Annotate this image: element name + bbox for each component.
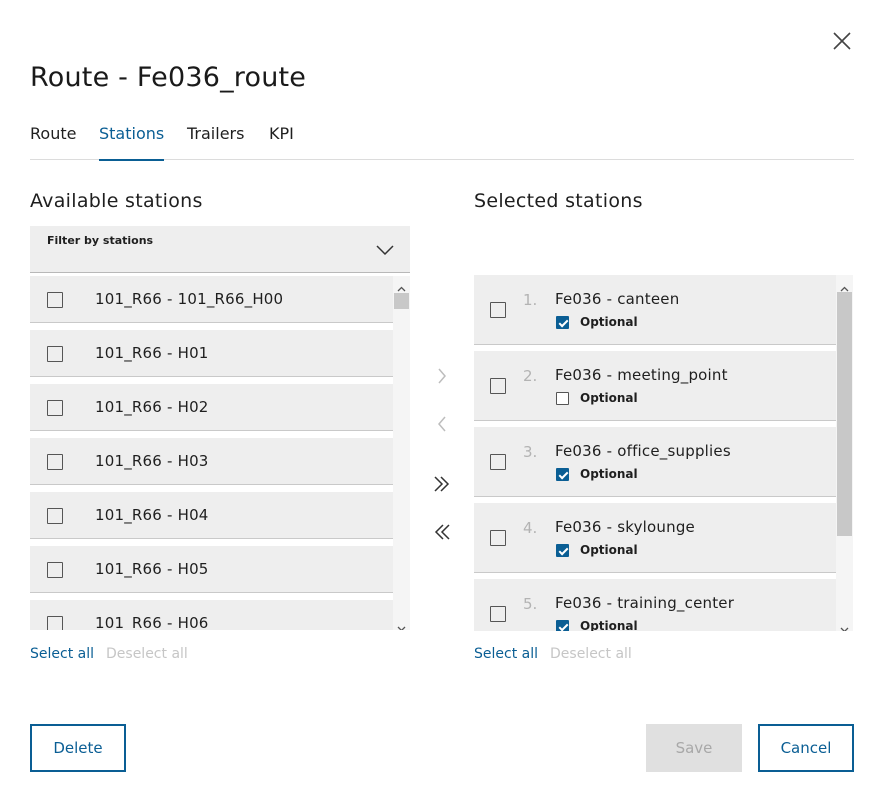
optional-label: Optional xyxy=(580,467,638,481)
station-label: Fe036 - office_supplies xyxy=(555,442,731,460)
station-label: 101_R66 - H05 xyxy=(95,560,209,578)
available-select-all-link[interactable]: Select all xyxy=(30,646,94,662)
station-label: 101_R66 - H01 xyxy=(95,344,209,362)
row-checkbox[interactable] xyxy=(47,508,63,524)
selected-stations-list: 1. Fe036 - canteen Optional 2. Fe036 - m… xyxy=(474,275,854,631)
station-label: 101_R66 - H04 xyxy=(95,506,209,524)
row-checkbox[interactable] xyxy=(490,378,506,394)
optional-checkbox[interactable] xyxy=(556,392,569,405)
list-item[interactable]: 101_R66 - 101_R66_H00 xyxy=(30,276,393,323)
station-order: 5. xyxy=(523,595,538,613)
row-checkbox[interactable] xyxy=(47,400,63,416)
station-label: 101_R66 - H06 xyxy=(95,614,209,630)
scroll-down-icon[interactable] xyxy=(397,618,406,630)
optional-checkbox[interactable] xyxy=(556,316,569,329)
row-checkbox[interactable] xyxy=(490,302,506,318)
move-all-left-icon[interactable] xyxy=(432,522,452,542)
scroll-up-icon[interactable] xyxy=(397,279,406,292)
optional-label: Optional xyxy=(580,315,638,329)
list-item[interactable]: 101_R66 - H06 xyxy=(30,600,393,630)
row-checkbox[interactable] xyxy=(47,454,63,470)
available-list-scrollbar[interactable] xyxy=(393,276,410,630)
station-order: 4. xyxy=(523,519,538,537)
list-item[interactable]: 5. Fe036 - training_center Optional xyxy=(474,579,836,631)
optional-label: Optional xyxy=(580,391,638,405)
station-label: Fe036 - training_center xyxy=(555,594,735,612)
selected-stations-title: Selected stations xyxy=(474,190,643,212)
station-order: 3. xyxy=(523,443,538,461)
available-deselect-all-link: Deselect all xyxy=(106,646,188,662)
row-checkbox[interactable] xyxy=(490,454,506,470)
available-stations-title: Available stations xyxy=(30,190,203,212)
list-item[interactable]: 4. Fe036 - skylounge Optional xyxy=(474,503,836,573)
cancel-button[interactable]: Cancel xyxy=(758,724,854,772)
row-checkbox[interactable] xyxy=(47,292,63,308)
station-label: Fe036 - skylounge xyxy=(555,518,695,536)
list-item[interactable]: 3. Fe036 - office_supplies Optional xyxy=(474,427,836,497)
tab-stations[interactable]: Stations xyxy=(99,124,165,161)
list-item[interactable]: 2. Fe036 - meeting_point Optional xyxy=(474,351,836,421)
tab-trailers[interactable]: Trailers xyxy=(187,124,244,160)
move-left-icon[interactable] xyxy=(432,414,452,434)
list-item[interactable]: 101_R66 - H01 xyxy=(30,330,393,377)
list-item[interactable]: 101_R66 - H02 xyxy=(30,384,393,431)
row-checkbox[interactable] xyxy=(47,346,63,362)
scroll-up-icon[interactable] xyxy=(840,279,849,292)
selected-list-scrollbar[interactable] xyxy=(836,275,853,631)
move-all-right-icon[interactable] xyxy=(432,474,452,494)
available-stations-list: 101_R66 - 101_R66_H00 101_R66 - H01 101_… xyxy=(30,276,410,630)
selected-deselect-all-link: Deselect all xyxy=(550,646,632,662)
optional-checkbox[interactable] xyxy=(556,620,569,631)
move-right-icon[interactable] xyxy=(432,366,452,386)
tab-bar: Route Stations Trailers KPI xyxy=(30,124,854,161)
scroll-thumb[interactable] xyxy=(837,292,852,536)
list-item[interactable]: 101_R66 - H05 xyxy=(30,546,393,593)
filter-label: Filter by stations xyxy=(47,234,154,247)
station-label: 101_R66 - H03 xyxy=(95,452,209,470)
station-label: 101_R66 - 101_R66_H00 xyxy=(95,290,284,308)
row-checkbox[interactable] xyxy=(47,616,63,630)
station-order: 1. xyxy=(523,291,538,309)
optional-checkbox[interactable] xyxy=(556,544,569,557)
row-checkbox[interactable] xyxy=(490,606,506,622)
optional-checkbox[interactable] xyxy=(556,468,569,481)
tab-route[interactable]: Route xyxy=(30,124,76,160)
row-checkbox[interactable] xyxy=(490,530,506,546)
list-item[interactable]: 1. Fe036 - canteen Optional xyxy=(474,275,836,345)
row-checkbox[interactable] xyxy=(47,562,63,578)
station-label: Fe036 - meeting_point xyxy=(555,366,728,384)
list-item[interactable]: 101_R66 - H03 xyxy=(30,438,393,485)
list-item[interactable]: 101_R66 - H04 xyxy=(30,492,393,539)
delete-button[interactable]: Delete xyxy=(30,724,126,772)
scroll-thumb[interactable] xyxy=(394,293,409,309)
chevron-down-icon xyxy=(376,242,394,256)
save-button[interactable]: Save xyxy=(646,724,742,772)
station-label: 101_R66 - H02 xyxy=(95,398,209,416)
station-order: 2. xyxy=(523,367,538,385)
optional-label: Optional xyxy=(580,543,638,557)
tab-kpi[interactable]: KPI xyxy=(269,124,294,160)
close-icon[interactable] xyxy=(830,29,854,53)
selected-select-all-link[interactable]: Select all xyxy=(474,646,538,662)
station-label: Fe036 - canteen xyxy=(555,290,680,308)
dialog-title: Route - Fe036_route xyxy=(30,62,307,93)
optional-label: Optional xyxy=(580,619,638,631)
filter-stations-dropdown[interactable]: Filter by stations xyxy=(30,226,410,273)
scroll-down-icon[interactable] xyxy=(840,619,849,631)
